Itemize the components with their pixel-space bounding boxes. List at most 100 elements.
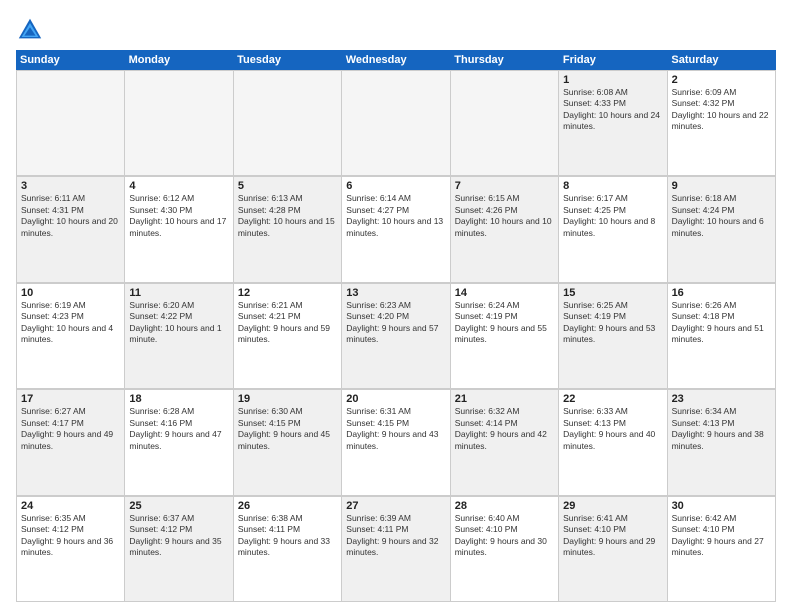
calendar-cell xyxy=(451,71,559,176)
calendar-cell: 7Sunrise: 6:15 AM Sunset: 4:26 PM Daylig… xyxy=(451,177,559,282)
calendar-cell: 28Sunrise: 6:40 AM Sunset: 4:10 PM Dayli… xyxy=(451,497,559,602)
calendar-cell: 9Sunrise: 6:18 AM Sunset: 4:24 PM Daylig… xyxy=(668,177,776,282)
day-number: 8 xyxy=(563,180,662,192)
day-info: Sunrise: 6:39 AM Sunset: 4:11 PM Dayligh… xyxy=(346,513,445,559)
calendar-cell: 24Sunrise: 6:35 AM Sunset: 4:12 PM Dayli… xyxy=(17,497,125,602)
page-header xyxy=(16,12,776,44)
day-number: 9 xyxy=(672,180,771,192)
header-cell-saturday: Saturday xyxy=(667,50,776,70)
calendar-cell: 16Sunrise: 6:26 AM Sunset: 4:18 PM Dayli… xyxy=(668,284,776,389)
calendar-cell: 22Sunrise: 6:33 AM Sunset: 4:13 PM Dayli… xyxy=(559,390,667,495)
day-number: 4 xyxy=(129,180,228,192)
header-cell-tuesday: Tuesday xyxy=(233,50,342,70)
calendar-cell: 21Sunrise: 6:32 AM Sunset: 4:14 PM Dayli… xyxy=(451,390,559,495)
calendar-cell: 19Sunrise: 6:30 AM Sunset: 4:15 PM Dayli… xyxy=(234,390,342,495)
calendar-cell: 30Sunrise: 6:42 AM Sunset: 4:10 PM Dayli… xyxy=(668,497,776,602)
day-info: Sunrise: 6:34 AM Sunset: 4:13 PM Dayligh… xyxy=(672,406,771,452)
day-number: 12 xyxy=(238,287,337,299)
day-number: 2 xyxy=(672,74,771,86)
calendar-cell: 11Sunrise: 6:20 AM Sunset: 4:22 PM Dayli… xyxy=(125,284,233,389)
logo-icon xyxy=(16,16,44,44)
header-cell-wednesday: Wednesday xyxy=(342,50,451,70)
day-number: 27 xyxy=(346,500,445,512)
calendar-cell: 23Sunrise: 6:34 AM Sunset: 4:13 PM Dayli… xyxy=(668,390,776,495)
calendar-cell: 1Sunrise: 6:08 AM Sunset: 4:33 PM Daylig… xyxy=(559,71,667,176)
calendar-body: 1Sunrise: 6:08 AM Sunset: 4:33 PM Daylig… xyxy=(16,70,776,602)
calendar-cell: 2Sunrise: 6:09 AM Sunset: 4:32 PM Daylig… xyxy=(668,71,776,176)
day-number: 22 xyxy=(563,393,662,405)
header-cell-friday: Friday xyxy=(559,50,668,70)
calendar-row-2: 10Sunrise: 6:19 AM Sunset: 4:23 PM Dayli… xyxy=(16,283,776,389)
day-number: 10 xyxy=(21,287,120,299)
day-info: Sunrise: 6:17 AM Sunset: 4:25 PM Dayligh… xyxy=(563,193,662,239)
calendar-cell: 10Sunrise: 6:19 AM Sunset: 4:23 PM Dayli… xyxy=(17,284,125,389)
day-info: Sunrise: 6:14 AM Sunset: 4:27 PM Dayligh… xyxy=(346,193,445,239)
day-number: 17 xyxy=(21,393,120,405)
day-info: Sunrise: 6:37 AM Sunset: 4:12 PM Dayligh… xyxy=(129,513,228,559)
calendar-cell xyxy=(17,71,125,176)
day-info: Sunrise: 6:21 AM Sunset: 4:21 PM Dayligh… xyxy=(238,300,337,346)
calendar-cell xyxy=(125,71,233,176)
day-info: Sunrise: 6:25 AM Sunset: 4:19 PM Dayligh… xyxy=(563,300,662,346)
day-info: Sunrise: 6:27 AM Sunset: 4:17 PM Dayligh… xyxy=(21,406,120,452)
day-info: Sunrise: 6:31 AM Sunset: 4:15 PM Dayligh… xyxy=(346,406,445,452)
calendar-header: SundayMondayTuesdayWednesdayThursdayFrid… xyxy=(16,50,776,70)
day-info: Sunrise: 6:42 AM Sunset: 4:10 PM Dayligh… xyxy=(672,513,771,559)
day-info: Sunrise: 6:24 AM Sunset: 4:19 PM Dayligh… xyxy=(455,300,554,346)
day-number: 18 xyxy=(129,393,228,405)
calendar-cell: 8Sunrise: 6:17 AM Sunset: 4:25 PM Daylig… xyxy=(559,177,667,282)
day-number: 6 xyxy=(346,180,445,192)
calendar-cell xyxy=(342,71,450,176)
day-number: 20 xyxy=(346,393,445,405)
day-info: Sunrise: 6:28 AM Sunset: 4:16 PM Dayligh… xyxy=(129,406,228,452)
header-cell-sunday: Sunday xyxy=(16,50,125,70)
calendar-cell: 6Sunrise: 6:14 AM Sunset: 4:27 PM Daylig… xyxy=(342,177,450,282)
day-number: 19 xyxy=(238,393,337,405)
calendar-cell: 5Sunrise: 6:13 AM Sunset: 4:28 PM Daylig… xyxy=(234,177,342,282)
calendar-row-1: 3Sunrise: 6:11 AM Sunset: 4:31 PM Daylig… xyxy=(16,176,776,282)
calendar-cell: 27Sunrise: 6:39 AM Sunset: 4:11 PM Dayli… xyxy=(342,497,450,602)
day-info: Sunrise: 6:26 AM Sunset: 4:18 PM Dayligh… xyxy=(672,300,771,346)
calendar-cell: 12Sunrise: 6:21 AM Sunset: 4:21 PM Dayli… xyxy=(234,284,342,389)
day-number: 15 xyxy=(563,287,662,299)
day-info: Sunrise: 6:32 AM Sunset: 4:14 PM Dayligh… xyxy=(455,406,554,452)
day-info: Sunrise: 6:15 AM Sunset: 4:26 PM Dayligh… xyxy=(455,193,554,239)
calendar-cell: 20Sunrise: 6:31 AM Sunset: 4:15 PM Dayli… xyxy=(342,390,450,495)
header-cell-monday: Monday xyxy=(125,50,234,70)
day-number: 13 xyxy=(346,287,445,299)
calendar-cell: 14Sunrise: 6:24 AM Sunset: 4:19 PM Dayli… xyxy=(451,284,559,389)
day-number: 25 xyxy=(129,500,228,512)
day-number: 28 xyxy=(455,500,554,512)
day-info: Sunrise: 6:33 AM Sunset: 4:13 PM Dayligh… xyxy=(563,406,662,452)
calendar: SundayMondayTuesdayWednesdayThursdayFrid… xyxy=(16,50,776,602)
day-info: Sunrise: 6:12 AM Sunset: 4:30 PM Dayligh… xyxy=(129,193,228,239)
logo xyxy=(16,16,46,44)
day-number: 23 xyxy=(672,393,771,405)
calendar-cell: 15Sunrise: 6:25 AM Sunset: 4:19 PM Dayli… xyxy=(559,284,667,389)
calendar-row-0: 1Sunrise: 6:08 AM Sunset: 4:33 PM Daylig… xyxy=(16,70,776,176)
day-info: Sunrise: 6:11 AM Sunset: 4:31 PM Dayligh… xyxy=(21,193,120,239)
day-number: 3 xyxy=(21,180,120,192)
day-info: Sunrise: 6:41 AM Sunset: 4:10 PM Dayligh… xyxy=(563,513,662,559)
calendar-row-3: 17Sunrise: 6:27 AM Sunset: 4:17 PM Dayli… xyxy=(16,389,776,495)
day-number: 30 xyxy=(672,500,771,512)
calendar-cell: 29Sunrise: 6:41 AM Sunset: 4:10 PM Dayli… xyxy=(559,497,667,602)
day-info: Sunrise: 6:23 AM Sunset: 4:20 PM Dayligh… xyxy=(346,300,445,346)
day-info: Sunrise: 6:35 AM Sunset: 4:12 PM Dayligh… xyxy=(21,513,120,559)
day-number: 16 xyxy=(672,287,771,299)
day-number: 24 xyxy=(21,500,120,512)
calendar-cell: 26Sunrise: 6:38 AM Sunset: 4:11 PM Dayli… xyxy=(234,497,342,602)
calendar-cell: 13Sunrise: 6:23 AM Sunset: 4:20 PM Dayli… xyxy=(342,284,450,389)
day-info: Sunrise: 6:19 AM Sunset: 4:23 PM Dayligh… xyxy=(21,300,120,346)
day-info: Sunrise: 6:38 AM Sunset: 4:11 PM Dayligh… xyxy=(238,513,337,559)
header-cell-thursday: Thursday xyxy=(450,50,559,70)
calendar-cell xyxy=(234,71,342,176)
day-number: 26 xyxy=(238,500,337,512)
page-container: SundayMondayTuesdayWednesdayThursdayFrid… xyxy=(0,0,792,612)
day-number: 11 xyxy=(129,287,228,299)
day-info: Sunrise: 6:13 AM Sunset: 4:28 PM Dayligh… xyxy=(238,193,337,239)
day-number: 29 xyxy=(563,500,662,512)
day-number: 1 xyxy=(563,74,662,86)
day-number: 7 xyxy=(455,180,554,192)
calendar-cell: 3Sunrise: 6:11 AM Sunset: 4:31 PM Daylig… xyxy=(17,177,125,282)
